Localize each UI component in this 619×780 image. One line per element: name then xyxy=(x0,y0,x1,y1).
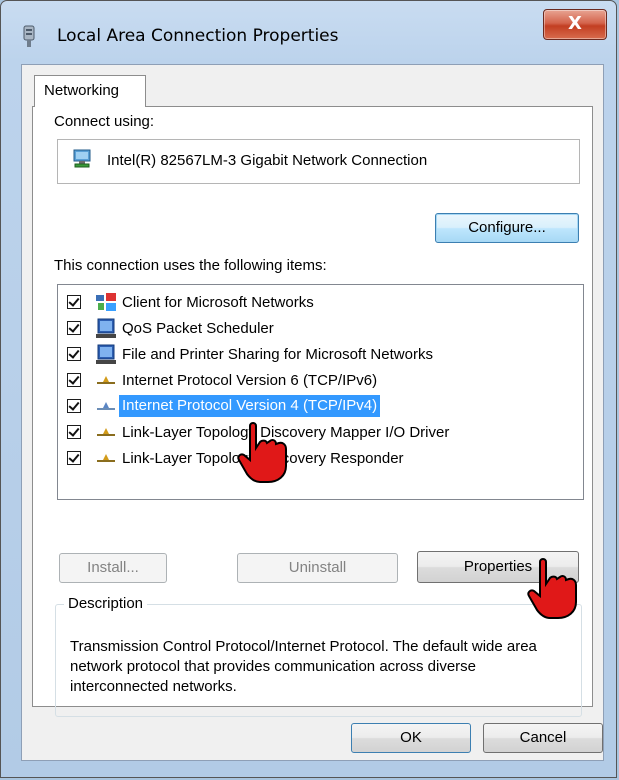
computer-service-icon xyxy=(96,344,116,364)
network-card-icon xyxy=(73,149,91,168)
list-item[interactable]: Link-Layer Topology Discovery Responder xyxy=(64,446,574,472)
list-item[interactable]: Link-Layer Topology Discovery Mapper I/O… xyxy=(64,420,574,446)
protocol-icon xyxy=(97,454,115,462)
title-bar[interactable]: Local Area Connection Properties X xyxy=(1,1,616,63)
cancel-button-label: Cancel xyxy=(519,729,567,746)
cancel-button[interactable]: Cancel xyxy=(483,723,603,753)
uninstall-button[interactable]: Uninstall xyxy=(237,553,398,583)
description-legend: Description xyxy=(64,595,148,612)
list-item[interactable]: File and Printer Sharing for Microsoft N… xyxy=(64,342,574,368)
items-label: This connection uses the following items… xyxy=(54,257,327,274)
items-listbox[interactable]: Client for Microsoft Networks QoS Packet… xyxy=(57,284,584,500)
item-checkbox[interactable] xyxy=(67,425,81,439)
item-label: QoS Packet Scheduler xyxy=(122,320,274,337)
list-item[interactable]: Internet Protocol Version 6 (TCP/IPv6) xyxy=(64,368,574,394)
list-item[interactable]: Internet Protocol Version 4 (TCP/IPv4) xyxy=(64,394,574,420)
item-checkbox[interactable] xyxy=(67,399,81,413)
list-item[interactable]: Client for Microsoft Networks xyxy=(64,290,574,316)
uninstall-button-label: Uninstall xyxy=(288,559,347,576)
protocol-icon xyxy=(97,428,115,436)
protocol-icon xyxy=(97,402,115,410)
item-label: Internet Protocol Version 4 (TCP/IPv4) xyxy=(119,395,381,417)
network-client-icon xyxy=(96,293,116,311)
item-checkbox[interactable] xyxy=(67,295,81,309)
list-item[interactable]: QoS Packet Scheduler xyxy=(64,316,574,342)
tab-networking[interactable]: Networking xyxy=(34,75,146,107)
ok-button-label: OK xyxy=(400,729,422,746)
protocol-icon xyxy=(97,376,115,384)
networking-tab-panel: Connect using: Intel(R) 82567LM-3 Gigabi… xyxy=(32,106,593,717)
item-checkbox[interactable] xyxy=(67,451,81,465)
item-checkbox[interactable] xyxy=(67,373,81,387)
adapter-field: Intel(R) 82567LM-3 Gigabit Network Conne… xyxy=(57,139,580,184)
pointing-hand-cursor-icon xyxy=(527,558,577,619)
network-adapter-icon xyxy=(23,25,35,47)
configure-label: Configure... xyxy=(468,219,546,236)
pointing-hand-cursor-icon xyxy=(237,422,287,483)
connect-using-label: Connect using: xyxy=(54,113,155,130)
configure-button[interactable]: Configure... xyxy=(435,213,579,243)
ok-button[interactable]: OK xyxy=(351,723,471,753)
description-text: Transmission Control Protocol/Internet P… xyxy=(70,638,537,695)
description-group: Description Transmission Control Protoco… xyxy=(55,595,582,717)
dialog-client-area: Networking Connect using: Intel(R) 82567… xyxy=(21,64,604,761)
item-checkbox[interactable] xyxy=(67,321,81,335)
install-button-label: Install... xyxy=(87,559,139,576)
window-title: Local Area Connection Properties xyxy=(57,26,339,46)
computer-service-icon xyxy=(96,318,116,338)
item-label: File and Printer Sharing for Microsoft N… xyxy=(122,346,433,363)
close-button[interactable]: X xyxy=(543,9,607,40)
dialog-window: Local Area Connection Properties X Netwo… xyxy=(0,0,617,778)
install-button[interactable]: Install... xyxy=(59,553,167,583)
close-icon: X xyxy=(568,13,582,34)
item-label: Internet Protocol Version 6 (TCP/IPv6) xyxy=(122,372,378,389)
item-checkbox[interactable] xyxy=(67,347,81,361)
adapter-name: Intel(R) 82567LM-3 Gigabit Network Conne… xyxy=(107,152,428,169)
properties-button-label: Properties xyxy=(463,558,533,575)
item-label: Client for Microsoft Networks xyxy=(122,294,314,311)
